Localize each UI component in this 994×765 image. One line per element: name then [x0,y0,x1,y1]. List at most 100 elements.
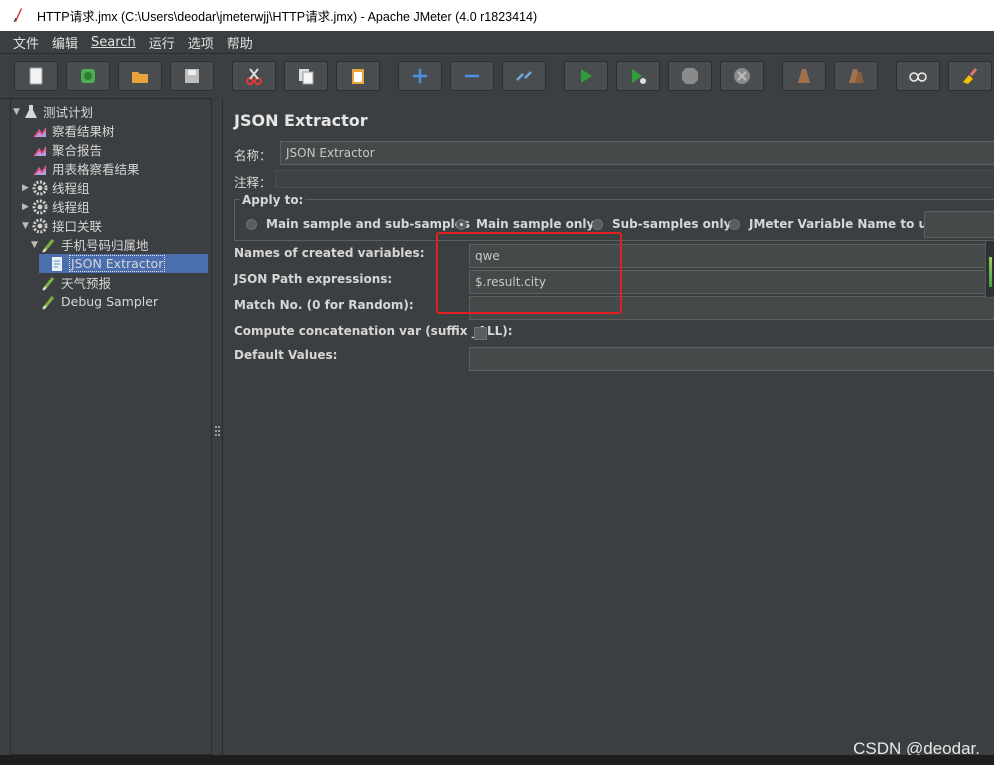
templates-button[interactable] [66,61,110,91]
toolbar [0,54,994,99]
test-plan-tree[interactable]: ▼ 测试计划 察看结果树 聚合报告 用表格察看结果 ▶ 线程组 ▶ 线程组 ▼ 接口关联 ▼ 手机号码归… [10,98,212,755]
tree-node-label: 测试计划 [43,105,94,120]
radio-button[interactable] [592,218,603,230]
radio-variable-name[interactable]: JMeter Variable Name to use [729,217,942,231]
collapse-icon [465,74,479,78]
radio-label: JMeter Variable Name to use [749,217,943,231]
tree-node-label: Debug Sampler [61,294,159,309]
default-values-label: Default Values: [234,348,338,362]
paste-icon [352,69,364,84]
menu-search[interactable]: Search [91,35,136,50]
collapse-button[interactable] [450,61,494,91]
tree-node-label: 手机号码归属地 [61,238,149,253]
menu-help[interactable]: 帮助 [227,33,253,52]
clear-all-button[interactable] [834,61,878,91]
tree-node[interactable]: ▼ 测试计划 [13,102,93,121]
highlight-box [436,232,622,314]
open-icon [132,72,148,83]
search-icon [909,72,927,82]
radio-main-only[interactable]: Main sample only [456,217,594,231]
start-no-pause-button[interactable] [616,61,660,91]
save-icon [185,69,199,83]
expanded-arrow-icon[interactable]: ▼ [22,221,32,231]
radio-label: Main sample only [476,217,595,231]
concat-label: Compute concatenation var (suffix _ALL): [234,324,513,338]
bottom-strip [0,755,994,765]
toggle-button[interactable] [502,61,546,91]
open-button[interactable] [118,61,162,91]
tree-node[interactable]: Debug Sampler [31,292,158,311]
start-icon [581,69,592,83]
json-extractor-panel: JSON Extractor 名称： JSON Extractor 注释： Ap… [222,98,994,755]
radio-button-selected[interactable] [456,218,467,230]
panel-title: JSON Extractor [234,111,368,130]
tree-node-label: 聚合报告 [52,143,103,158]
default-values-field[interactable] [469,347,994,371]
tree-node-label: 线程组 [52,181,90,196]
new-icon [29,67,43,85]
paste-button[interactable] [336,61,380,91]
split-pane-divider[interactable] [212,98,222,755]
cut-button[interactable] [232,61,276,91]
start-button[interactable] [564,61,608,91]
listener-icon [32,142,48,158]
tree-node[interactable]: ▼ 手机号码归属地 [31,235,149,254]
gear-icon [32,199,48,215]
sampler-icon [41,237,57,253]
cut-icon [246,68,262,85]
variable-names-label: Names of created variables: [234,246,425,260]
search-button[interactable] [896,61,940,91]
name-field[interactable]: JSON Extractor [280,141,994,165]
jmeter-feather-icon [12,7,32,25]
menu-options[interactable]: 选项 [188,33,214,52]
name-label: 名称： [234,148,272,163]
window-title-bar: HTTP请求.jmx (C:\Users\deodar\jmeterwjj\HT… [0,0,994,31]
clear-icon [798,69,810,83]
shutdown-button[interactable] [720,61,764,91]
collapsed-arrow-icon[interactable]: ▶ [22,183,32,193]
expand-button[interactable] [398,61,442,91]
radio-button[interactable] [729,218,740,230]
tree-node-label: JSON Extractor [69,255,166,272]
tree-node[interactable]: ▼ 接口关联 [22,216,102,235]
sampler-icon [41,275,57,291]
expanded-arrow-icon[interactable]: ▼ [31,240,41,250]
tree-node[interactable]: 用表格察看结果 [22,159,140,178]
menu-run[interactable]: 运行 [149,33,175,52]
radio-sub-only[interactable]: Sub-samples only [592,217,731,231]
tree-node[interactable]: 聚合报告 [22,140,102,159]
tree-node-label: 察看结果树 [52,124,115,139]
reset-search-button[interactable] [948,61,992,91]
expanded-arrow-icon[interactable]: ▼ [13,107,23,117]
tree-node[interactable]: 察看结果树 [22,121,115,140]
variable-name-field[interactable] [924,211,994,238]
menu-file[interactable]: 文件 [13,33,39,52]
tree-node[interactable]: ▶ 线程组 [22,178,90,197]
tree-node[interactable]: JSON Extractor [39,254,208,273]
stop-icon [682,68,698,84]
toggle-icon [516,71,532,81]
new-button[interactable] [14,61,58,91]
scroll-indicator [985,240,994,298]
listener-icon [32,123,48,139]
listener-icon [32,161,48,177]
menu-edit[interactable]: 编辑 [52,33,78,52]
tree-node[interactable]: ▶ 线程组 [22,197,90,216]
concat-checkbox[interactable] [474,327,487,340]
test-plan-icon [23,104,39,120]
collapsed-arrow-icon[interactable]: ▶ [22,202,32,212]
radio-button[interactable] [246,218,257,230]
radio-label: Sub-samples only [612,217,732,231]
save-button[interactable] [170,61,214,91]
reset-search-icon [963,68,978,84]
window-title: HTTP请求.jmx (C:\Users\deodar\jmeterwjj\HT… [37,10,538,24]
stop-button[interactable] [668,61,712,91]
json-path-label: JSON Path expressions: [234,272,393,286]
radio-main-and-sub[interactable]: Main sample and sub-samples [246,217,470,231]
apply-to-label: Apply to: [240,193,306,207]
tree-node-label: 用表格察看结果 [52,162,140,177]
tree-node[interactable]: 天气预报 [31,273,111,292]
comment-field[interactable] [275,170,994,188]
copy-button[interactable] [284,61,328,91]
clear-button[interactable] [782,61,826,91]
